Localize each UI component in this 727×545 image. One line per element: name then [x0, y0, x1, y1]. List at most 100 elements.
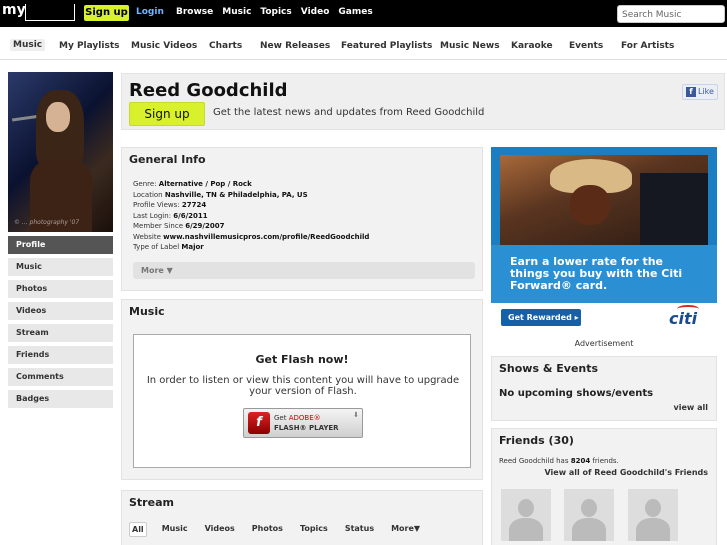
- subnav-for-artists[interactable]: For Artists: [621, 41, 674, 51]
- sidenav-photos[interactable]: Photos: [8, 280, 113, 298]
- stream-tab-topics[interactable]: Topics: [298, 522, 330, 537]
- topnav-games[interactable]: Games: [338, 7, 372, 17]
- flash-message: In order to listen or view this content …: [146, 375, 460, 397]
- avatar-head-shape: [581, 499, 597, 517]
- info-row-last-login: Last Login: 6/6/2011: [133, 211, 208, 220]
- shows-empty-message: No upcoming shows/events: [499, 388, 654, 399]
- photo-credit: © ... photography '07: [14, 219, 80, 226]
- logo-text: my: [2, 2, 26, 18]
- flash-btn-line2: FLASH® PLAYER: [274, 424, 339, 432]
- subnav-music-videos[interactable]: Music Videos: [131, 41, 197, 51]
- friends-panel: Friends (30) Reed Goodchild has 8204 fri…: [491, 428, 717, 545]
- sidenav-music[interactable]: Music: [8, 258, 113, 276]
- subnav-my-playlists[interactable]: My Playlists: [59, 41, 120, 51]
- ad-car-shape: [640, 173, 708, 245]
- friend-avatar[interactable]: [501, 489, 551, 541]
- facebook-icon: f: [686, 86, 696, 97]
- stream-tab-more[interactable]: More▼: [389, 522, 422, 537]
- get-flash-button[interactable]: f Get ADOBE® FLASH® PLAYER ⬇: [243, 408, 363, 438]
- general-info-list: Genre: Alternative / Pop / Rock Location…: [133, 179, 369, 253]
- photo-face-shape: [46, 102, 70, 132]
- download-arrow-icon: ⬇: [353, 411, 359, 419]
- avatar-body-shape: [636, 518, 670, 541]
- sidenav-badges[interactable]: Badges: [8, 390, 113, 408]
- citi-logo: citi: [669, 305, 699, 328]
- get-rewarded-button[interactable]: Get Rewarded ▸: [501, 309, 581, 326]
- artist-name: Reed Goodchild: [129, 80, 288, 101]
- stream-tab-status[interactable]: Status: [343, 522, 376, 537]
- info-row-location: Location Nashville, TN & Philadelphia, P…: [133, 190, 308, 199]
- flash-icon: f: [248, 412, 270, 434]
- topnav-browse[interactable]: Browse: [176, 7, 213, 17]
- info-row-label-type: Type of Label Major: [133, 243, 204, 251]
- avatar-body-shape: [572, 518, 606, 541]
- stream-panel: Stream All Music Videos Photos Topics St…: [121, 490, 483, 545]
- sidenav-profile[interactable]: Profile: [8, 236, 113, 254]
- search-input[interactable]: Search Music: [617, 5, 725, 23]
- stream-tab-music[interactable]: Music: [160, 522, 190, 537]
- friend-avatar[interactable]: [628, 489, 678, 541]
- subnav-events[interactable]: Events: [569, 41, 603, 51]
- stream-tabs: All Music Videos Photos Topics Status Mo…: [129, 522, 422, 537]
- ad-photo: [500, 155, 708, 245]
- stream-tab-all[interactable]: All: [129, 522, 147, 537]
- friends-count-text: Reed Goodchild has 8204 friends.: [499, 457, 619, 465]
- website-link[interactable]: www.nashvillemusicpros.com/profile/ReedG…: [163, 233, 369, 241]
- top-bar: my Sign up Login Browse Music Topics Vid…: [0, 0, 727, 27]
- friend-avatar[interactable]: [564, 489, 614, 541]
- music-panel: Music Get Flash now! In order to listen …: [121, 299, 483, 480]
- avatar-body-shape: [509, 518, 543, 541]
- view-all-friends-link[interactable]: View all of Reed Goodchild's Friends: [544, 468, 708, 477]
- sidenav-friends[interactable]: Friends: [8, 346, 113, 364]
- shows-view-all-link[interactable]: view all: [674, 403, 708, 412]
- info-row-views: Profile Views: 27724: [133, 201, 207, 209]
- topnav-topics[interactable]: Topics: [260, 7, 291, 17]
- flash-btn-line1: Get ADOBE®: [274, 414, 321, 422]
- general-info-panel: General Info Genre: Alternative / Pop / …: [121, 147, 483, 291]
- stream-tab-photos[interactable]: Photos: [250, 522, 285, 537]
- subnav-charts[interactable]: Charts: [209, 41, 242, 51]
- citi-advertisement[interactable]: Earn a lower rate for the things you buy…: [491, 147, 717, 335]
- profile-photo[interactable]: © ... photography '07: [8, 72, 113, 232]
- more-info-toggle[interactable]: More ▼: [133, 262, 475, 279]
- header-subtitle: Get the latest news and updates from Ree…: [213, 107, 485, 118]
- subnav-new-releases[interactable]: New Releases: [260, 41, 330, 51]
- shows-events-panel: Shows & Events No upcoming shows/events …: [491, 356, 717, 421]
- music-subnav: Music My Playlists Music Videos Charts N…: [0, 33, 727, 60]
- stream-title: Stream: [129, 496, 174, 509]
- like-label: Like: [698, 87, 714, 96]
- subnav-music[interactable]: Music: [10, 39, 46, 51]
- topnav-video[interactable]: Video: [301, 7, 330, 17]
- sidenav-stream[interactable]: Stream: [8, 324, 113, 342]
- profile-sidenav: Profile Music Photos Videos Stream Frien…: [8, 236, 113, 412]
- sidenav-comments[interactable]: Comments: [8, 368, 113, 386]
- music-title: Music: [129, 305, 165, 318]
- site-logo[interactable]: my: [2, 2, 75, 22]
- signup-button-top[interactable]: Sign up: [84, 5, 129, 21]
- shows-title: Shows & Events: [499, 362, 599, 375]
- flash-title: Get Flash now!: [255, 353, 349, 366]
- general-info-title: General Info: [129, 153, 206, 166]
- avatar-head-shape: [518, 499, 534, 517]
- ad-face-shape: [570, 185, 610, 225]
- login-link[interactable]: Login: [136, 7, 164, 17]
- ad-headline: Earn a lower rate for the things you buy…: [510, 255, 683, 292]
- logo-box: [25, 4, 75, 21]
- info-row-member-since: Member Since 6/29/2007: [133, 222, 225, 230]
- advertisement-caption: Advertisement: [574, 339, 634, 348]
- artist-header: Reed Goodchild f Like Sign up Get the lat…: [121, 73, 725, 130]
- avatar-head-shape: [645, 499, 661, 517]
- friends-title: Friends (30): [499, 434, 574, 447]
- info-row-genre: Genre: Alternative / Pop / Rock: [133, 180, 252, 188]
- sidenav-videos[interactable]: Videos: [8, 302, 113, 320]
- info-row-website: Website www.nashvillemusicpros.com/profi…: [133, 232, 370, 241]
- signup-button[interactable]: Sign up: [129, 102, 205, 126]
- flash-placeholder: Get Flash now! In order to listen or vie…: [133, 334, 471, 468]
- stream-tab-videos[interactable]: Videos: [203, 522, 237, 537]
- top-nav: Browse Music Topics Video Games: [176, 7, 373, 17]
- facebook-like-button[interactable]: f Like: [682, 84, 718, 100]
- subnav-featured-playlists[interactable]: Featured Playlists: [341, 41, 432, 51]
- subnav-karaoke[interactable]: Karaoke: [511, 41, 553, 51]
- subnav-music-news[interactable]: Music News: [440, 41, 500, 51]
- topnav-music[interactable]: Music: [222, 7, 251, 17]
